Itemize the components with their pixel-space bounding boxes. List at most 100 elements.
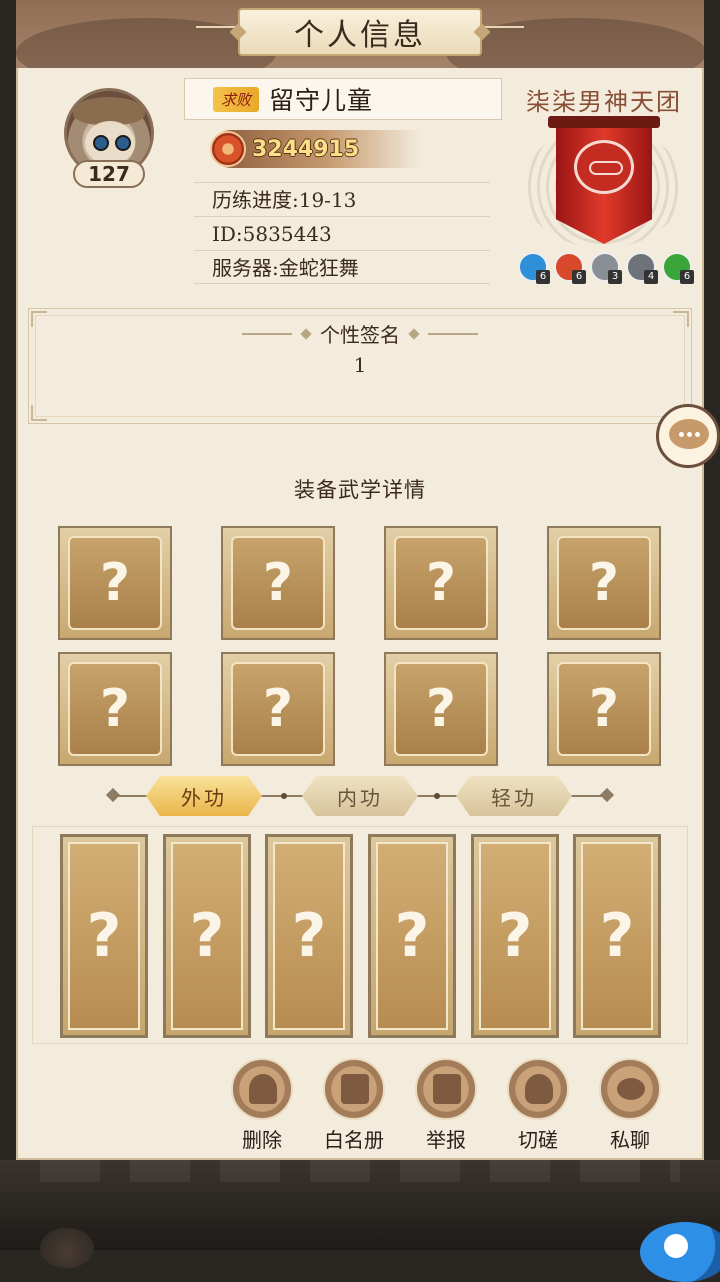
bubble-glyph — [617, 1078, 645, 1100]
unknown-card-icon: ? — [581, 842, 653, 1030]
delete-button[interactable]: 删除 — [227, 1058, 297, 1152]
whitelist-label: 白名册 — [324, 1128, 384, 1152]
signature-text: 1 — [353, 353, 367, 377]
gem-icon[interactable]: 6 — [518, 252, 550, 284]
skill-slot[interactable]: ? — [221, 526, 335, 640]
player-name: 留守儿童 — [269, 86, 374, 115]
tab-line-end — [599, 787, 615, 803]
gem-icon[interactable]: 6 — [554, 252, 586, 284]
report-book-icon — [415, 1058, 477, 1120]
gem-count: 3 — [608, 270, 622, 284]
cloud-emblem-icon — [574, 140, 634, 194]
unknown-card-icon: ? — [273, 842, 345, 1030]
avatar-eye — [93, 135, 109, 151]
tab-waigong[interactable]: 外功 — [146, 776, 262, 816]
skill-slot[interactable]: ? — [547, 526, 661, 640]
technique-card[interactable]: ? — [573, 834, 661, 1038]
unknown-card-icon: ? — [376, 842, 448, 1030]
person-glyph — [249, 1074, 277, 1104]
tab-qinggong[interactable]: 轻功 — [456, 776, 572, 816]
unknown-skill-icon: ? — [557, 536, 651, 630]
skill-slot[interactable]: ? — [221, 652, 335, 766]
unknown-skill-icon: ? — [231, 662, 325, 756]
whitelist-book-icon — [323, 1058, 385, 1120]
chat-icon — [669, 419, 709, 449]
divider-diamond — [408, 327, 420, 340]
tab-neigong[interactable]: 内功 — [302, 776, 418, 816]
technique-card[interactable]: ? — [368, 834, 456, 1038]
signature-box: 个性签名 1 — [28, 308, 692, 424]
chat-bubble-button[interactable] — [656, 404, 720, 468]
chat-dot — [694, 431, 700, 437]
progress-text: 历练进度:19-13 — [194, 182, 490, 216]
equip-section-title: 装备武学详情 — [294, 478, 426, 502]
gem-icon[interactable]: 4 — [626, 252, 658, 284]
spar-label: 切磋 — [518, 1128, 558, 1152]
unknown-card-icon: ? — [171, 842, 243, 1030]
gem-count: 6 — [680, 270, 694, 284]
power-row: 3244915 — [210, 130, 422, 168]
skill-slot[interactable]: ? — [384, 652, 498, 766]
title-ornament — [196, 26, 236, 28]
unknown-skill-icon: ? — [394, 662, 488, 756]
tab-separator — [281, 793, 287, 799]
technique-card[interactable]: ? — [163, 834, 251, 1038]
rank-badge: 求败 — [213, 86, 260, 112]
whitelist-button[interactable]: 白名册 — [319, 1058, 389, 1152]
delete-label: 删除 — [242, 1128, 282, 1152]
spar-button[interactable]: 切磋 — [503, 1058, 573, 1152]
skill-slot[interactable]: ? — [58, 526, 172, 640]
tab-line-end — [105, 787, 121, 803]
unknown-skill-icon: ? — [68, 536, 162, 630]
level-badge: 127 — [73, 160, 145, 188]
technique-card[interactable]: ? — [471, 834, 559, 1038]
private-chat-label: 私聊 — [610, 1128, 650, 1152]
power-icon — [210, 131, 246, 167]
gem-icon[interactable]: 3 — [590, 252, 622, 284]
divider-diamond — [300, 327, 312, 340]
frame-corner — [31, 405, 47, 421]
background-strip — [0, 1160, 720, 1250]
signature-title: 个性签名 — [320, 323, 400, 347]
skill-slot[interactable]: ? — [58, 652, 172, 766]
unknown-skill-icon: ? — [394, 536, 488, 630]
book-glyph — [341, 1074, 369, 1104]
spar-fist-icon — [507, 1058, 569, 1120]
delete-person-icon — [231, 1058, 293, 1120]
chat-dot — [686, 431, 692, 437]
power-value: 3244915 — [252, 136, 360, 162]
background-tabs — [40, 1160, 680, 1182]
divider — [428, 332, 478, 335]
gem-icon[interactable]: 6 — [662, 252, 694, 284]
book-glyph — [433, 1074, 461, 1104]
skill-slot[interactable]: ? — [547, 652, 661, 766]
fist-glyph — [525, 1074, 553, 1104]
private-chat-button[interactable]: 私聊 — [595, 1058, 665, 1152]
technique-card[interactable]: ? — [60, 834, 148, 1038]
unknown-skill-icon: ? — [557, 662, 651, 756]
server-text: 服务器:金蛇狂舞 — [194, 250, 490, 284]
tab-separator — [434, 793, 440, 799]
page-title: 个人信息 — [238, 8, 482, 56]
signature-header: 个性签名 — [29, 319, 691, 348]
unknown-card-icon: ? — [479, 842, 551, 1030]
gem-count: 6 — [536, 270, 550, 284]
background-avatar — [40, 1228, 94, 1268]
unknown-card-icon: ? — [68, 842, 140, 1030]
divider — [242, 332, 292, 335]
skill-tabs: 外功 内功 轻功 — [0, 776, 720, 816]
technique-card[interactable]: ? — [265, 834, 353, 1038]
report-label: 举报 — [426, 1128, 466, 1152]
id-text: ID:5835443 — [194, 216, 490, 250]
floating-assist-icon[interactable] — [640, 1222, 720, 1282]
banner-rod — [548, 116, 660, 128]
chat-dot — [678, 431, 684, 437]
unknown-skill-icon: ? — [231, 536, 325, 630]
gem-count: 6 — [572, 270, 586, 284]
report-button[interactable]: 举报 — [411, 1058, 481, 1152]
unknown-skill-icon: ? — [68, 662, 162, 756]
skill-slot[interactable]: ? — [384, 526, 498, 640]
guild-name[interactable]: 柒柒男神天团 — [526, 82, 682, 117]
avatar-eye — [115, 135, 131, 151]
private-chat-icon — [599, 1058, 661, 1120]
